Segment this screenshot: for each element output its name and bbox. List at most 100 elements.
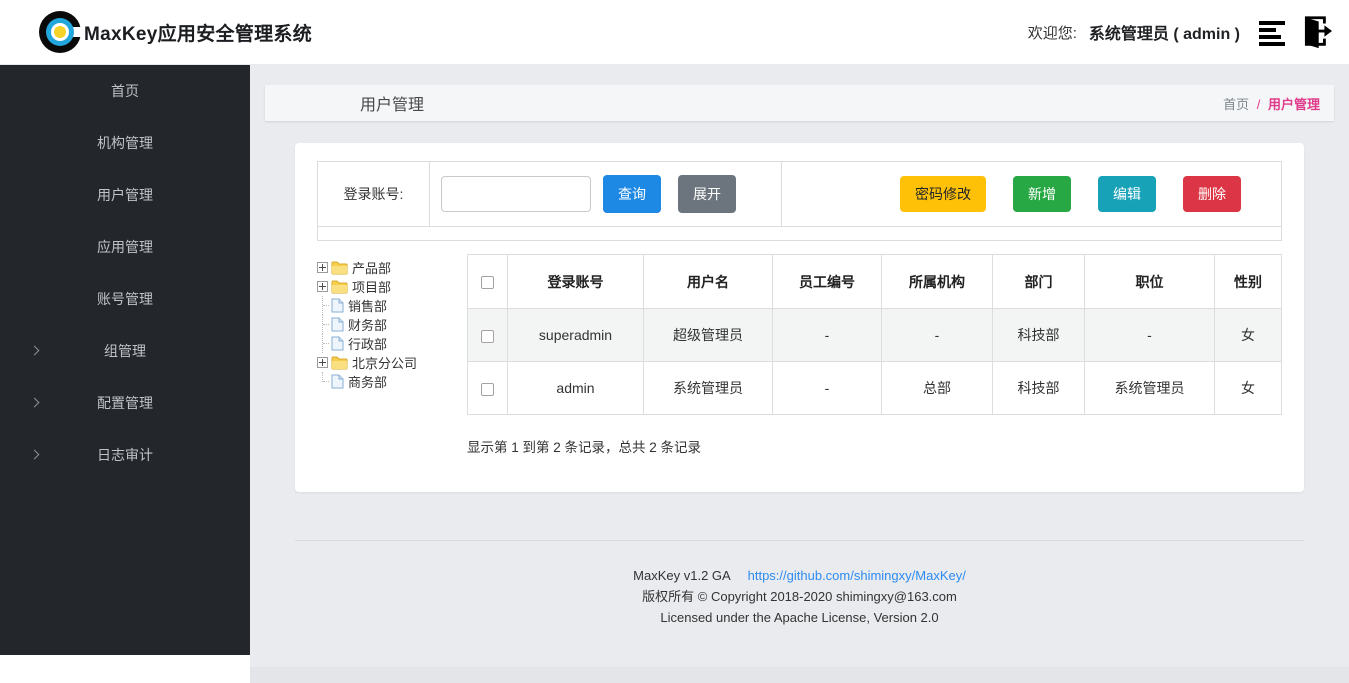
- tree-connector: [317, 372, 329, 391]
- column-header[interactable]: 用户名: [644, 255, 773, 309]
- footer-github-link[interactable]: https://github.com/shimingxy/MaxKey/: [748, 568, 966, 583]
- sidebar: 首页 机构管理 用户管理 应用管理 账号管理 组管理 配置管理 日志审计: [0, 65, 250, 655]
- sidebar-item-label: 账号管理: [97, 289, 153, 309]
- search-form: 登录账号: 查询 展开 密码修改 新增 编辑 删除: [317, 161, 1282, 241]
- app-title: MaxKey应用安全管理系统: [84, 19, 312, 46]
- footer-copyright: 版权所有 © Copyright 2018-2020 shimingxy@163…: [250, 586, 1349, 607]
- footer-version: MaxKey v1.2 GA: [633, 568, 730, 583]
- column-header[interactable]: 所属机构: [882, 255, 993, 309]
- sidebar-item-org-management[interactable]: 机构管理: [0, 117, 250, 169]
- list-icon[interactable]: [1258, 17, 1288, 47]
- sidebar-item-label: 机构管理: [97, 133, 153, 153]
- users-table: 登录账号 用户名 员工编号 所属机构 部门 职位 性别 superadmin超级…: [467, 254, 1282, 415]
- records-summary: 显示第 1 到第 2 条记录，总共 2 条记录: [467, 436, 1282, 456]
- tree-node[interactable]: 北京分公司: [317, 353, 461, 372]
- current-user: 系统管理员 ( admin ): [1089, 20, 1240, 44]
- sidebar-item-user-management[interactable]: 用户管理: [0, 169, 250, 221]
- table-cell: 超级管理员: [644, 309, 773, 362]
- table-cell: 女: [1215, 362, 1282, 415]
- sidebar-item-config-management[interactable]: 配置管理: [0, 377, 250, 429]
- table-cell: 科技部: [993, 309, 1085, 362]
- file-icon: [331, 336, 344, 351]
- sidebar-item-label: 组管理: [104, 341, 146, 361]
- sidebar-item-account-management[interactable]: 账号管理: [0, 273, 250, 325]
- add-button[interactable]: 新增: [1013, 176, 1071, 212]
- page-titlebar: 用户管理 首页 / 用户管理: [265, 85, 1334, 121]
- table-cell: 总部: [882, 362, 993, 415]
- table-cell: 系统管理员: [644, 362, 773, 415]
- tree-node[interactable]: 行政部: [317, 334, 461, 353]
- table-cell: -: [1085, 309, 1215, 362]
- table-cell: 科技部: [993, 362, 1085, 415]
- edit-button[interactable]: 编辑: [1098, 176, 1156, 212]
- content-card: 登录账号: 查询 展开 密码修改 新增 编辑 删除 产品部: [295, 143, 1304, 492]
- expand-button[interactable]: 展开: [678, 175, 736, 213]
- table-cell: admin: [508, 362, 644, 415]
- column-header[interactable]: 员工编号: [773, 255, 882, 309]
- sidebar-item-app-management[interactable]: 应用管理: [0, 221, 250, 273]
- column-header[interactable]: 性别: [1215, 255, 1282, 309]
- tree-connector: [317, 315, 329, 334]
- folder-icon: [331, 280, 348, 294]
- logout-icon[interactable]: [1292, 13, 1334, 51]
- sidebar-item-log-audit[interactable]: 日志审计: [0, 429, 250, 481]
- file-icon: [331, 317, 344, 332]
- welcome-label: 欢迎您:: [1028, 22, 1077, 43]
- tree-node[interactable]: 销售部: [317, 296, 461, 315]
- login-account-input[interactable]: [441, 176, 591, 212]
- page-title: 用户管理: [360, 91, 424, 115]
- sidebar-item-label: 日志审计: [97, 445, 153, 465]
- select-all-checkbox[interactable]: [481, 276, 494, 289]
- query-button[interactable]: 查询: [603, 175, 661, 213]
- tree-node[interactable]: 项目部: [317, 277, 461, 296]
- file-icon: [331, 298, 344, 313]
- table-row[interactable]: superadmin超级管理员--科技部-女: [468, 309, 1282, 362]
- expand-plus-icon[interactable]: [317, 357, 328, 368]
- chevron-right-icon: [30, 346, 40, 356]
- table-cell: 系统管理员: [1085, 362, 1215, 415]
- bottom-strip: [250, 667, 1349, 683]
- tree-node[interactable]: 商务部: [317, 372, 461, 391]
- tree-connector: [317, 334, 329, 353]
- main-area: 用户管理 首页 / 用户管理 登录账号: 查询 展开 密码修改 新增 编辑 删除: [250, 65, 1349, 683]
- sidebar-item-home[interactable]: 首页: [0, 65, 250, 117]
- column-header[interactable]: 职位: [1085, 255, 1215, 309]
- app-header: MaxKey应用安全管理系统 欢迎您: 系统管理员 ( admin ): [0, 0, 1349, 65]
- maxkey-logo-icon: [36, 10, 80, 54]
- table-cell: superadmin: [508, 309, 644, 362]
- sidebar-item-group-management[interactable]: 组管理: [0, 325, 250, 377]
- chevron-right-icon: [30, 398, 40, 408]
- column-header[interactable]: 登录账号: [508, 255, 644, 309]
- page-footer: MaxKey v1.2 GA https://github.com/shimin…: [250, 565, 1349, 628]
- footer-divider: [295, 540, 1304, 541]
- table-cell: -: [773, 362, 882, 415]
- table-cell: 女: [1215, 309, 1282, 362]
- chevron-right-icon: [30, 450, 40, 460]
- folder-icon: [331, 261, 348, 275]
- row-checkbox[interactable]: [481, 383, 494, 396]
- tree-connector: [317, 296, 329, 315]
- sidebar-item-label: 配置管理: [97, 393, 153, 413]
- password-change-button[interactable]: 密码修改: [900, 176, 986, 212]
- expand-plus-icon[interactable]: [317, 262, 328, 273]
- login-account-label: 登录账号:: [318, 162, 430, 226]
- delete-button[interactable]: 删除: [1183, 176, 1241, 212]
- breadcrumb-separator: /: [1253, 97, 1265, 112]
- tree-node[interactable]: 财务部: [317, 315, 461, 334]
- breadcrumb-current: 用户管理: [1268, 97, 1320, 112]
- table-row[interactable]: admin系统管理员-总部科技部系统管理员女: [468, 362, 1282, 415]
- search-form-collapsed-row: [318, 226, 1281, 240]
- table-cell: -: [773, 309, 882, 362]
- sidebar-item-label: 首页: [111, 81, 139, 101]
- sidebar-item-label: 用户管理: [97, 185, 153, 205]
- footer-license: Licensed under the Apache License, Versi…: [250, 607, 1349, 628]
- breadcrumb-home[interactable]: 首页: [1223, 97, 1249, 112]
- breadcrumb: 首页 / 用户管理: [1223, 94, 1320, 113]
- row-checkbox[interactable]: [481, 330, 494, 343]
- folder-icon: [331, 356, 348, 370]
- tree-node[interactable]: 产品部: [317, 258, 461, 277]
- table-cell: -: [882, 309, 993, 362]
- column-header[interactable]: 部门: [993, 255, 1085, 309]
- file-icon: [331, 374, 344, 389]
- expand-plus-icon[interactable]: [317, 281, 328, 292]
